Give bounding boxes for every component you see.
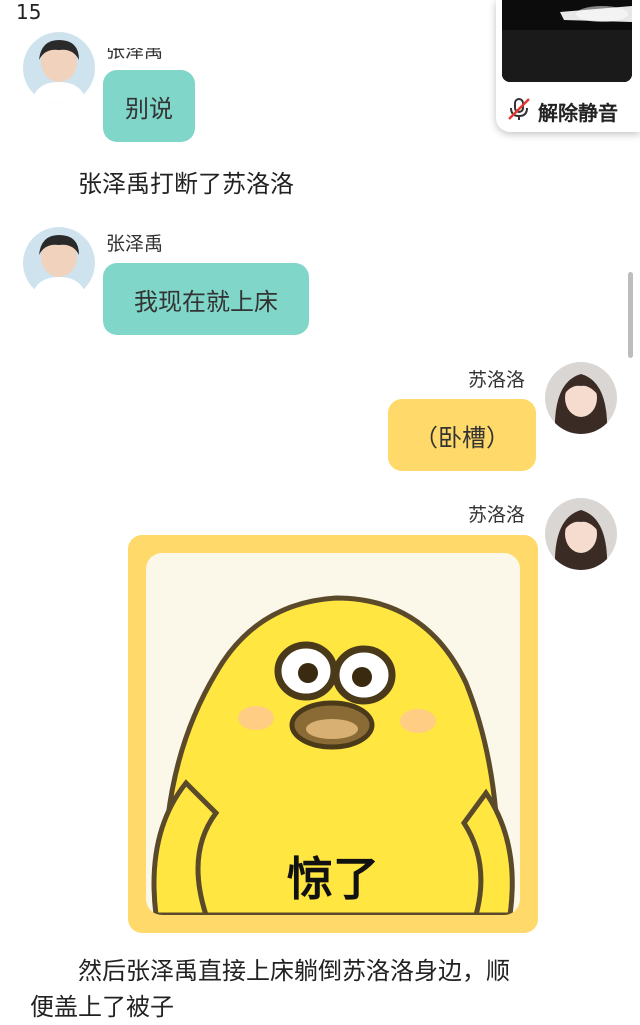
narration-text: 然后张泽禹直接上床躺倒苏洛洛身边，顺: [78, 957, 510, 985]
mic-muted-icon: [506, 96, 532, 126]
avatar-zhangzeyu[interactable]: [23, 227, 95, 299]
video-preview[interactable]: [502, 0, 632, 82]
sender-name: 苏洛洛: [468, 504, 526, 526]
sender-name: 张泽禹: [106, 40, 164, 62]
unmute-label: 解除静音: [538, 100, 618, 125]
sticker-image: 惊了: [146, 553, 520, 915]
sticker-message[interactable]: 惊了: [128, 535, 538, 933]
sender-name: 张泽禹: [106, 233, 164, 255]
narration-text: 张泽禹打断了苏洛洛: [78, 170, 294, 198]
status-time: 15: [16, 0, 42, 24]
sticker-caption: 惊了: [287, 852, 379, 906]
floating-call-window[interactable]: 解除静音: [496, 0, 640, 132]
unmute-button[interactable]: 解除静音: [506, 96, 618, 126]
sender-name: 苏洛洛: [468, 369, 526, 391]
narration-text-continued: 便盖上了被子: [30, 993, 174, 1021]
message-bubble[interactable]: 别说: [103, 70, 195, 142]
message-bubble[interactable]: 我现在就上床: [103, 263, 309, 335]
avatar-zhangzeyu[interactable]: [23, 32, 95, 104]
avatar-suluoluo[interactable]: [545, 498, 617, 570]
message-bubble[interactable]: （卧槽）: [388, 399, 536, 471]
scrollbar[interactable]: [628, 272, 633, 358]
avatar-suluoluo[interactable]: [545, 362, 617, 434]
